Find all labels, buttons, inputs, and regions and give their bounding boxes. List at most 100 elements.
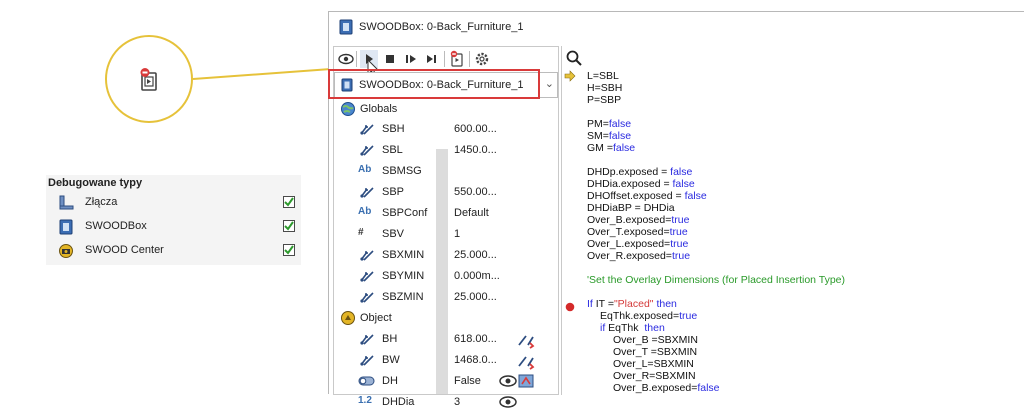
- code-token: Over_L.exposed=: [587, 238, 671, 250]
- debug-types-panel: Debugowane typy Złącza SWOODBox SWOOD Ce…: [46, 175, 301, 265]
- number-icon: #: [358, 227, 364, 238]
- code-editor[interactable]: L=SBL H=SBH P=SBP PM=false SM=false GM =false…: [587, 70, 1022, 395]
- debug-box-icon[interactable]: [448, 50, 466, 68]
- tree-row[interactable]: Ab SBPConf Default: [356, 203, 556, 223]
- code-token: H=SBH: [587, 82, 623, 94]
- code-token: 'Set the Overlay Dimensions (for Placed …: [587, 274, 846, 286]
- variable-value: False: [454, 375, 481, 387]
- code-token: P=SBP: [587, 94, 622, 106]
- code-token: EqThk.exposed=: [600, 310, 680, 322]
- variable-value: 3: [454, 396, 461, 408]
- code-token: true: [671, 214, 690, 226]
- swoodbox-icon: [59, 219, 73, 235]
- eye-icon[interactable]: [498, 372, 518, 390]
- variable-name: SBH: [382, 123, 405, 135]
- window-titlebar: SWOODBox: 0-Back_Furniture_1: [329, 12, 1024, 42]
- variable-value: 1: [454, 228, 461, 240]
- breakpoint-icon[interactable]: [565, 302, 575, 312]
- number-icon: 1.2: [358, 395, 372, 406]
- tree-group-globals[interactable]: Globals: [338, 99, 558, 119]
- connector-icon: [59, 195, 74, 210]
- parameter-link-icon[interactable]: [516, 352, 536, 370]
- debug-type-checkbox[interactable]: [283, 244, 295, 256]
- debug-type-label: Złącza: [85, 196, 118, 208]
- code-line: H=SBH: [587, 82, 622, 94]
- tree-row[interactable]: SBL 1450.0...: [356, 140, 556, 160]
- variable-name: BW: [382, 354, 400, 366]
- variable-name: SBL: [382, 144, 403, 156]
- code-token: DHDp.exposed =: [587, 166, 671, 178]
- variable-value: 550.00...: [454, 186, 497, 198]
- debug-type-row: SWOODBox: [58, 217, 300, 237]
- tree-row[interactable]: Ab SBMSG: [356, 161, 556, 181]
- code-line: EqThk.exposed=true: [600, 310, 697, 322]
- tree-row[interactable]: SBZMIN 25.000...: [356, 287, 556, 307]
- code-token: true: [679, 310, 698, 322]
- stop-icon[interactable]: [381, 50, 399, 68]
- variable-name: DHDia: [382, 396, 415, 408]
- code-token: Over_B =SBXMIN: [613, 334, 698, 346]
- code-line: DHDp.exposed = false: [587, 166, 692, 178]
- variable-value: 25.000...: [454, 249, 497, 261]
- code-token: Over_T =SBXMIN: [613, 346, 698, 358]
- parameter-icon: [360, 145, 374, 156]
- variable-name: BH: [382, 333, 398, 345]
- step-over-icon[interactable]: [423, 50, 441, 68]
- code-token: false: [612, 142, 636, 154]
- code-line: Over_B =SBXMIN: [613, 334, 698, 346]
- code-line: 'Set the Overlay Dimensions (for Placed …: [587, 274, 845, 286]
- current-line-arrow-icon: [564, 70, 576, 82]
- code-token: SM=: [587, 130, 609, 142]
- code-token: DHDia.exposed =: [587, 178, 673, 190]
- code-token: IT =: [592, 298, 614, 310]
- text-icon: Ab: [358, 164, 372, 175]
- toolbar-separator: [444, 51, 445, 67]
- variable-name: SBYMIN: [382, 270, 425, 282]
- checkmark-icon: [284, 245, 294, 255]
- code-panel: L=SBL H=SBH P=SBP PM=false SM=false GM =false…: [561, 46, 1024, 395]
- code-line: Over_B.exposed=false: [613, 382, 720, 394]
- code-line: DHDia.exposed = false: [587, 178, 695, 190]
- code-line: Over_R=SBXMIN: [613, 370, 696, 382]
- window-title: SWOODBox: 0-Back_Furniture_1: [359, 21, 524, 33]
- search-icon[interactable]: [565, 49, 583, 67]
- debug-type-checkbox[interactable]: [283, 220, 295, 232]
- tree-row[interactable]: SBH 600.00...: [356, 119, 556, 139]
- chevron-down-icon[interactable]: ⌄: [545, 77, 554, 90]
- tree-group-object[interactable]: Object: [338, 308, 558, 328]
- parameter-link-icon[interactable]: [516, 331, 536, 349]
- tree-row[interactable]: # SBV 1: [356, 224, 556, 244]
- code-line: If IT ="Placed" then: [587, 298, 677, 310]
- tree-row[interactable]: SBYMIN 0.000m...: [356, 266, 556, 286]
- variable-value: 1468.0...: [454, 354, 497, 366]
- debug-type-label: SWOODBox: [85, 220, 147, 232]
- variable-value: Default: [454, 207, 489, 219]
- code-token: false: [670, 166, 693, 178]
- code-token: L=SBL: [587, 70, 619, 82]
- tree-row[interactable]: SBXMIN 25.000...: [356, 245, 556, 265]
- swood-center-icon: [59, 244, 73, 258]
- expression-icon[interactable]: [516, 372, 536, 390]
- code-token: EqThk: [605, 322, 645, 334]
- eye-icon[interactable]: [498, 393, 518, 411]
- debug-type-checkbox[interactable]: [283, 196, 295, 208]
- code-token: then: [644, 322, 665, 334]
- code-token: Over_B.exposed=: [587, 214, 672, 226]
- debug-type-label: SWOOD Center: [85, 244, 164, 256]
- code-token: Over_R=SBXMIN: [613, 370, 696, 382]
- debug-box-icon: [140, 68, 157, 91]
- code-gutter[interactable]: [562, 70, 582, 395]
- code-token: "Placed": [613, 298, 654, 310]
- variables-tree: Globals SBH 600.00... SBL 1450.0... Ab S…: [334, 99, 558, 408]
- eye-icon[interactable]: [337, 50, 355, 68]
- parameter-icon: [360, 250, 374, 261]
- debug-type-row: Złącza: [58, 193, 300, 213]
- step-icon[interactable]: [402, 50, 420, 68]
- variable-name: SBV: [382, 228, 405, 240]
- tree-row[interactable]: 1.2 DHDia 3: [356, 392, 556, 412]
- code-token: false: [608, 118, 632, 130]
- variable-name: SBPConf: [382, 207, 428, 219]
- code-token: DHOffset.exposed =: [587, 190, 685, 202]
- tree-row[interactable]: SBP 550.00...: [356, 182, 556, 202]
- gear-icon[interactable]: [473, 50, 491, 68]
